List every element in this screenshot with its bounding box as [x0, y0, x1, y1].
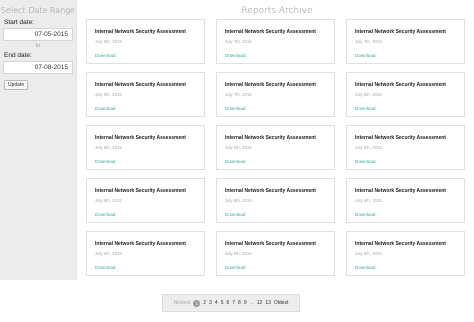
page-link[interactable]: 12	[257, 300, 263, 306]
date-range-sidebar: Select Date Range Start date: to End dat…	[0, 0, 77, 280]
report-date: July 6th, 2015	[355, 198, 382, 203]
page-title: Reports Archive	[241, 6, 313, 16]
page-link[interactable]: 5	[221, 300, 224, 306]
current-page[interactable]: 1	[193, 299, 201, 307]
report-card: Internal Network Security Assessment July…	[86, 72, 205, 117]
download-link[interactable]: Download	[355, 265, 375, 270]
report-title: Internal Network Security Assessment	[355, 241, 446, 247]
report-title: Internal Network Security Assessment	[225, 29, 316, 35]
report-title: Internal Network Security Assessment	[225, 188, 316, 194]
report-card: Internal Network Security Assessment July…	[216, 19, 335, 64]
start-date-input[interactable]	[3, 28, 73, 41]
download-link[interactable]: Download	[225, 159, 245, 164]
download-link[interactable]: Download	[355, 212, 375, 217]
report-grid: Internal Network Security Assessment July…	[86, 19, 468, 276]
newest-link[interactable]: Newest	[174, 300, 191, 306]
page-link[interactable]: 8	[238, 300, 241, 306]
report-date: July 5th, 2015	[355, 251, 382, 256]
report-card: Internal Network Security Assessment July…	[86, 231, 205, 276]
report-title: Internal Network Security Assessment	[95, 241, 186, 247]
start-date-label: Start date:	[4, 19, 34, 26]
report-card: Internal Network Security Assessment July…	[216, 72, 335, 117]
report-title: Internal Network Security Assessment	[95, 82, 186, 88]
download-link[interactable]: Download	[95, 106, 115, 111]
download-link[interactable]: Download	[95, 53, 115, 58]
report-card: Internal Network Security Assessment July…	[346, 178, 465, 223]
report-date: July 8th, 2015	[95, 145, 122, 150]
end-date-input[interactable]	[3, 61, 73, 74]
report-card: Internal Network Security Assessment July…	[86, 19, 205, 64]
update-button[interactable]: Update	[4, 80, 29, 90]
report-title: Internal Network Security Assessment	[225, 135, 316, 141]
app-root: Select Date Range Start date: to End dat…	[0, 0, 474, 322]
report-title: Internal Network Security Assessment	[225, 82, 316, 88]
download-link[interactable]: Download	[95, 265, 115, 270]
download-link[interactable]: Download	[225, 53, 245, 58]
end-date-label: End date:	[4, 52, 32, 59]
download-link[interactable]: Download	[225, 106, 245, 111]
report-date: July 6th, 2015	[225, 251, 252, 256]
page-link[interactable]: 3	[209, 300, 212, 306]
report-date: July 7th, 2015	[225, 92, 252, 97]
report-date: July 6th, 2015	[95, 198, 122, 203]
report-title: Internal Network Security Assessment	[225, 241, 316, 247]
page-link[interactable]: 9	[244, 300, 247, 306]
report-title: Internal Network Security Assessment	[95, 29, 186, 35]
page-link[interactable]: 2	[203, 300, 206, 306]
pagination: Newest 1 2 3 4 5 6 7 8 9... 12 13 Oldest	[162, 294, 300, 312]
download-link[interactable]: Download	[95, 212, 115, 217]
report-date: July 6th, 2015	[95, 251, 122, 256]
report-date: July 6th, 2015	[355, 92, 382, 97]
report-date: July 8th, 2015	[95, 39, 122, 44]
report-title: Internal Network Security Assessment	[95, 188, 186, 194]
page-link[interactable]: 7	[232, 300, 235, 306]
report-title: Internal Network Security Assessment	[355, 82, 446, 88]
report-title: Internal Network Security Assessment	[355, 135, 446, 141]
report-date: July 6th, 2015	[225, 198, 252, 203]
report-card: Internal Network Security Assessment July…	[216, 125, 335, 170]
report-card: Internal Network Security Assessment July…	[346, 72, 465, 117]
report-date: July 8th, 2015	[95, 92, 122, 97]
report-title: Internal Network Security Assessment	[355, 188, 446, 194]
report-title: Internal Network Security Assessment	[355, 29, 446, 35]
download-link[interactable]: Download	[225, 265, 245, 270]
report-date: July 6th, 2015	[225, 145, 252, 150]
report-card: Internal Network Security Assessment July…	[346, 125, 465, 170]
range-to-text: to	[35, 43, 41, 49]
download-link[interactable]: Download	[355, 53, 375, 58]
page-link[interactable]: 13	[265, 300, 271, 306]
report-date: July 6th, 2015	[355, 145, 382, 150]
report-card: Internal Network Security Assessment July…	[86, 125, 205, 170]
report-date: July 7th, 2015	[225, 39, 252, 44]
report-card: Internal Network Security Assessment July…	[216, 231, 335, 276]
page-link[interactable]: 6	[226, 300, 229, 306]
report-card: Internal Network Security Assessment July…	[346, 19, 465, 64]
download-link[interactable]: Download	[225, 212, 245, 217]
oldest-link[interactable]: Oldest	[274, 300, 288, 306]
pagination-ellipsis: ...	[249, 300, 254, 306]
report-title: Internal Network Security Assessment	[95, 135, 186, 141]
download-link[interactable]: Download	[95, 159, 115, 164]
page-link[interactable]: 4	[215, 300, 218, 306]
report-card: Internal Network Security Assessment July…	[346, 231, 465, 276]
download-link[interactable]: Download	[355, 159, 375, 164]
report-card: Internal Network Security Assessment July…	[86, 178, 205, 223]
sidebar-title: Select Date Range	[1, 6, 75, 15]
report-card: Internal Network Security Assessment July…	[216, 178, 335, 223]
download-link[interactable]: Download	[355, 106, 375, 111]
report-date: July 7th, 2015	[355, 39, 382, 44]
